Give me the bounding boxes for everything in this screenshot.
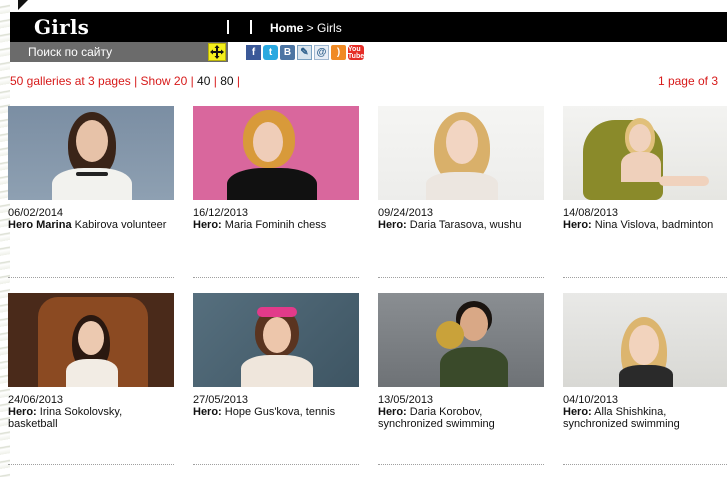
breadcrumb-separator: > [303, 21, 318, 35]
gallery-date: 06/02/2014 [8, 207, 64, 219]
gallery-count: 50 galleries at 3 pages [10, 74, 131, 88]
header-divider [227, 20, 229, 34]
gallery-date: 27/05/2013 [193, 394, 249, 406]
gallery-card[interactable]: 06/02/2014 Hero Marina Kabirova voluntee… [8, 106, 174, 231]
hero-label: Hero: [563, 219, 592, 231]
hero-name: Maria Fominih chess [221, 219, 327, 231]
show-20-link[interactable]: Show 20 [141, 74, 188, 88]
hero-name: Kabirova volunteer [71, 219, 167, 231]
gallery-card[interactable]: 04/10/2013 Hero: Alla Shishkina, synchro… [563, 293, 727, 430]
mail-icon[interactable]: @ [314, 45, 329, 60]
page-title: Girls [34, 15, 90, 39]
livejournal-icon[interactable]: ✎ [297, 45, 312, 60]
gallery-caption[interactable]: Hero: Alla Shishkina, synchronized swimm… [563, 406, 727, 430]
gallery-card[interactable]: 14/08/2013 Hero: Nina Vislova, badminton [563, 106, 727, 231]
gallery-thumbnail[interactable] [378, 106, 544, 200]
row-divider [378, 464, 544, 465]
gallery-thumbnail[interactable] [563, 106, 727, 200]
hero-name: Hope Gus'kova, tennis [221, 406, 336, 418]
gallery-date: 04/10/2013 [563, 394, 619, 406]
gallery-thumbnail[interactable] [563, 293, 727, 387]
breadcrumb-home-link[interactable]: Home [270, 21, 303, 35]
hero-label: Hero: [378, 406, 407, 418]
twitter-icon[interactable]: t [263, 45, 278, 60]
gallery-card[interactable]: 13/05/2013 Hero: Daria Korobov, synchron… [378, 293, 544, 430]
row-divider [193, 277, 359, 278]
page-indicator: 1 page of 3 [657, 74, 718, 88]
gallery-date: 24/06/2013 [8, 394, 64, 406]
expand-plus-button[interactable] [208, 43, 226, 61]
rss-icon[interactable]: ) [331, 45, 346, 60]
hero-label: Hero: [193, 219, 222, 231]
gallery-caption[interactable]: Hero: Daria Tarasova, wushu [378, 219, 544, 231]
hero-label: Hero: [563, 406, 592, 418]
hero-name: Nina Vislova, badminton [591, 219, 714, 231]
hero-label: Hero Marina [8, 219, 72, 231]
social-share-links: f t B ✎ @ ) You Tube [246, 45, 364, 60]
hero-label: Hero: [378, 219, 407, 231]
pagination-summary: 50 galleries at 3 pages | Show 20 | 40 |… [10, 74, 241, 88]
breadcrumb: Home > Girls [270, 21, 342, 35]
row-divider [193, 464, 359, 465]
row-divider [563, 464, 727, 465]
gallery-caption[interactable]: Hero: Irina Sokolovsky, basketball [8, 406, 174, 430]
header-bar: Girls Home > Girls [10, 12, 727, 42]
row-divider [378, 277, 544, 278]
gallery-thumbnail[interactable] [193, 293, 359, 387]
show-40-link[interactable]: 40 [197, 74, 210, 88]
gallery-date: 09/24/2013 [378, 207, 434, 219]
gallery-caption[interactable]: Hero: Hope Gus'kova, tennis [193, 406, 359, 418]
row-divider [8, 464, 174, 465]
site-search-bar[interactable]: Поиск по сайту [10, 42, 228, 62]
facebook-icon[interactable]: f [246, 45, 261, 60]
gallery-date: 14/08/2013 [563, 207, 619, 219]
gallery-thumbnail[interactable] [8, 106, 174, 200]
gallery-date: 13/05/2013 [378, 394, 434, 406]
gallery-thumbnail[interactable] [8, 293, 174, 387]
gallery-date: 16/12/2013 [193, 207, 249, 219]
vkontakte-icon[interactable]: B [280, 45, 295, 60]
breadcrumb-current: Girls [317, 21, 342, 35]
gallery-caption[interactable]: Hero: Nina Vislova, badminton [563, 219, 727, 231]
gallery-thumbnail[interactable] [378, 293, 544, 387]
show-80-link[interactable]: 80 [220, 74, 233, 88]
gallery-card[interactable]: 09/24/2013 Hero: Daria Tarasova, wushu [378, 106, 544, 231]
gallery-card[interactable]: 16/12/2013 Hero: Maria Fominih chess [193, 106, 359, 231]
youtube-icon[interactable]: You Tube [348, 45, 364, 60]
search-label[interactable]: Поиск по сайту [28, 45, 112, 59]
gallery-thumbnail[interactable] [193, 106, 359, 200]
gallery-caption[interactable]: Hero: Daria Korobov, synchronized swimmi… [378, 406, 544, 430]
gallery-card[interactable]: 27/05/2013 Hero: Hope Gus'kova, tennis [193, 293, 359, 418]
header-divider [250, 20, 252, 34]
row-divider [8, 277, 174, 278]
plus-arrows-icon [210, 45, 224, 59]
corner-marker [18, 0, 28, 10]
hero-label: Hero: [8, 406, 37, 418]
gallery-caption[interactable]: Hero Marina Kabirova volunteer [8, 219, 174, 231]
row-divider [563, 277, 727, 278]
gallery-caption[interactable]: Hero: Maria Fominih chess [193, 219, 359, 231]
hero-label: Hero: [193, 406, 222, 418]
hero-name: Daria Tarasova, wushu [406, 219, 522, 231]
gallery-card[interactable]: 24/06/2013 Hero: Irina Sokolovsky, baske… [8, 293, 174, 430]
